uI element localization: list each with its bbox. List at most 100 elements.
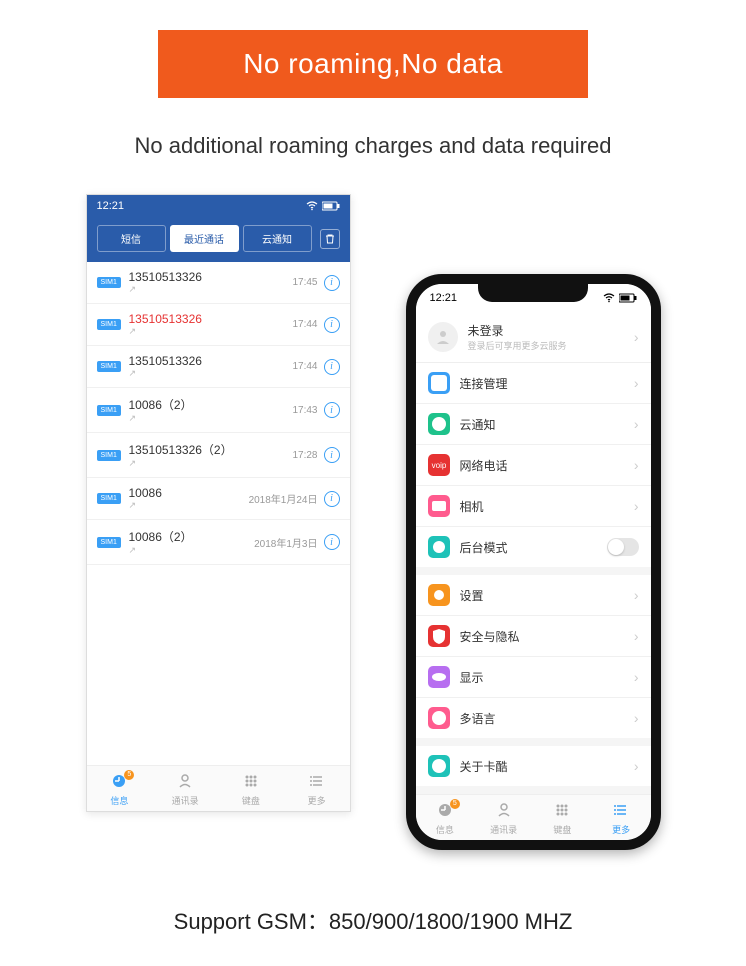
nav-label: 通讯录: [152, 794, 218, 807]
settings-row[interactable]: 多语言 ›: [416, 698, 651, 738]
settings-row[interactable]: 显示 ›: [416, 657, 651, 698]
avatar: [428, 322, 458, 352]
settings-label: 连接管理: [460, 375, 634, 392]
tab-cloud-notify[interactable]: 云通知: [243, 225, 312, 252]
settings-label: 多语言: [460, 710, 634, 727]
nav-item-1[interactable]: 通讯录: [474, 801, 533, 836]
call-time: 17:44: [292, 361, 317, 372]
call-list: SIM1 13510513326 ↗ 17:45 i SIM1 13510513…: [87, 262, 350, 565]
bottom-nav: 5 信息通讯录键盘更多: [416, 794, 651, 840]
call-row[interactable]: SIM1 10086（2） ↗ 2018年1月3日 i: [87, 520, 350, 565]
voip-icon: voip: [428, 454, 450, 476]
notch: [478, 284, 588, 302]
sim-badge: SIM1: [97, 277, 121, 288]
call-time: 17:43: [292, 405, 317, 416]
nav-icon: [176, 772, 194, 790]
call-row[interactable]: SIM1 13510513326 ↗ 17:44 i: [87, 346, 350, 388]
info-icon[interactable]: i: [324, 402, 340, 418]
chevron-right-icon: ›: [634, 457, 639, 473]
settings-label: 云通知: [460, 416, 634, 433]
info-icon[interactable]: i: [324, 491, 340, 507]
call-row[interactable]: SIM1 13510513326 ↗ 17:45 i: [87, 262, 350, 304]
settings-row[interactable]: i 关于卡酷 ›: [416, 746, 651, 786]
nav-item-0[interactable]: 5信息: [87, 772, 153, 807]
settings-row[interactable]: voip 网络电话 ›: [416, 445, 651, 486]
nav-item-0[interactable]: 5 信息: [416, 801, 475, 836]
nav-item-2[interactable]: 键盘: [533, 801, 592, 836]
call-time: 17:45: [292, 277, 317, 288]
battery-icon: [322, 201, 340, 211]
settings-row[interactable]: 安全与隐私 ›: [416, 616, 651, 657]
settings-label: 后台模式: [460, 539, 607, 556]
call-number: 13510513326: [129, 312, 293, 326]
login-row[interactable]: 未登录 登录后可享用更多云服务 ›: [416, 312, 651, 363]
bg-icon: [428, 536, 450, 558]
settings-row[interactable]: 连接管理 ›: [416, 363, 651, 404]
nav-label: 信息: [416, 823, 475, 836]
sim-badge: SIM1: [97, 537, 121, 548]
nav-label: 键盘: [533, 823, 592, 836]
settings-label: 网络电话: [460, 457, 634, 474]
call-row[interactable]: SIM1 10086（2） ↗ 17:43 i: [87, 388, 350, 433]
toggle[interactable]: [607, 538, 639, 556]
info-icon[interactable]: i: [324, 447, 340, 463]
call-row[interactable]: SIM1 13510513326（2） ↗ 17:28 i: [87, 433, 350, 478]
call-arrow-icon: ↗: [129, 284, 293, 295]
chevron-right-icon: ›: [634, 758, 639, 774]
info-icon[interactable]: i: [324, 275, 340, 291]
link-icon: [428, 372, 450, 394]
badge: 5: [450, 799, 460, 809]
nav-item-1[interactable]: 通讯录: [152, 772, 218, 807]
settings-row[interactable]: 云通知 ›: [416, 404, 651, 445]
shield-icon: [428, 625, 450, 647]
login-subtitle: 登录后可享用更多云服务: [468, 339, 634, 352]
nav-item-3[interactable]: 更多: [284, 772, 350, 807]
chevron-right-icon: ›: [634, 628, 639, 644]
nav-label: 更多: [592, 823, 651, 836]
sim-badge: SIM1: [97, 319, 121, 330]
nav-icon: [308, 772, 326, 790]
badge: 5: [124, 770, 134, 780]
chevron-right-icon: ›: [634, 329, 639, 345]
wifi-icon: [306, 201, 318, 211]
nav-icon: [242, 772, 260, 790]
settings-label: 设置: [460, 587, 634, 604]
clock: 12:21: [97, 200, 125, 212]
settings-row[interactable]: 后台模式: [416, 527, 651, 567]
call-time: 17:28: [292, 450, 317, 461]
wifi-icon: [603, 293, 615, 303]
call-arrow-icon: ↗: [129, 500, 249, 511]
nav-label: 更多: [284, 794, 350, 807]
nav-item-3[interactable]: 更多: [592, 801, 651, 836]
phone-left-screenshot: 12:21 短信 最近通话 云通知 SIM1 13510513326 ↗ 17:…: [86, 194, 351, 812]
info-icon[interactable]: i: [324, 317, 340, 333]
nav-label: 键盘: [218, 794, 284, 807]
nav-item-2[interactable]: 键盘: [218, 772, 284, 807]
call-time: 2018年1月24日: [249, 491, 318, 506]
delete-button[interactable]: [320, 229, 340, 249]
settings-list: 连接管理 › 云通知 › voip 网络电话 › 相机 › 后台模式: [416, 363, 651, 794]
login-title: 未登录: [468, 322, 634, 339]
tab-sms[interactable]: 短信: [97, 225, 166, 252]
info-icon[interactable]: i: [324, 534, 340, 550]
call-number: 13510513326: [129, 354, 293, 368]
lang-icon: [428, 707, 450, 729]
call-arrow-icon: ↗: [129, 413, 293, 424]
sim-badge: SIM1: [97, 493, 121, 504]
bottom-nav: 5信息通讯录键盘更多: [87, 765, 350, 811]
call-arrow-icon: ↗: [129, 458, 293, 469]
info-icon[interactable]: i: [324, 359, 340, 375]
call-arrow-icon: ↗: [129, 368, 293, 379]
tab-recent-calls[interactable]: 最近通话: [170, 225, 239, 252]
sim-badge: SIM1: [97, 450, 121, 461]
settings-row[interactable]: 相机 ›: [416, 486, 651, 527]
call-number: 13510513326（2）: [129, 441, 293, 458]
call-row[interactable]: SIM1 13510513326 ↗ 17:44 i: [87, 304, 350, 346]
call-arrow-icon: ↗: [129, 545, 255, 556]
banner: No roaming,No data: [158, 30, 588, 98]
eye-icon: [428, 666, 450, 688]
call-row[interactable]: SIM1 10086 ↗ 2018年1月24日 i: [87, 478, 350, 520]
settings-row[interactable]: 设置 ›: [416, 575, 651, 616]
sim-badge: SIM1: [97, 361, 121, 372]
nav-label: 通讯录: [474, 823, 533, 836]
